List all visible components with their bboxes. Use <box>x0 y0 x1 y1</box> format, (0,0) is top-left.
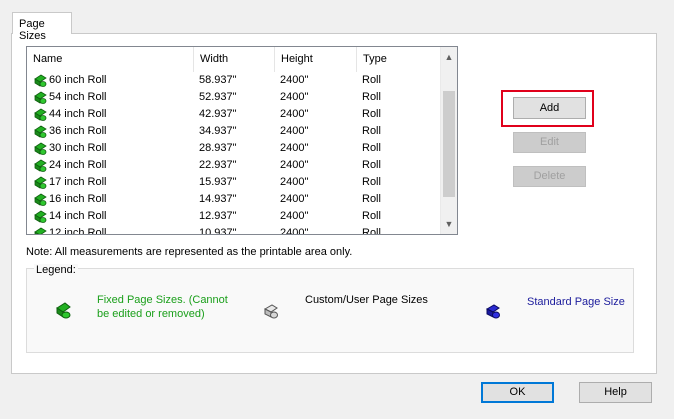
row-width: 42.937" <box>199 108 237 120</box>
row-width: 14.937" <box>199 193 237 205</box>
table-row[interactable]: 36 inch Roll 34.937" 2400" Roll <box>27 123 441 140</box>
add-button[interactable]: Add <box>513 97 586 119</box>
row-height: 2400" <box>280 193 309 205</box>
row-type: Roll <box>362 176 381 188</box>
column-header-type[interactable]: Type <box>357 47 441 72</box>
row-name: 16 inch Roll <box>49 193 107 205</box>
table-row[interactable]: 60 inch Roll 58.937" 2400" Roll <box>27 72 441 89</box>
row-height: 2400" <box>280 176 309 188</box>
green-paper-roll-icon <box>34 125 47 138</box>
green-paper-roll-icon <box>34 108 47 121</box>
standard-page-size-label: Standard Page Size <box>527 296 625 308</box>
custom-page-sizes-label: Custom/User Page Sizes <box>305 294 428 306</box>
row-height: 2400" <box>280 159 309 171</box>
table-row[interactable]: 24 inch Roll 22.937" 2400" Roll <box>27 157 441 174</box>
gray-paper-roll-icon <box>263 304 278 319</box>
scrollbar-thumb[interactable] <box>443 91 455 197</box>
help-button[interactable]: Help <box>579 382 652 403</box>
row-type: Roll <box>362 125 381 137</box>
row-height: 2400" <box>280 142 309 154</box>
row-type: Roll <box>362 193 381 205</box>
row-name: 24 inch Roll <box>49 159 107 171</box>
row-name: 12 inch Roll <box>49 227 107 235</box>
row-width: 22.937" <box>199 159 237 171</box>
blue-paper-roll-icon <box>485 304 500 319</box>
row-type: Roll <box>362 91 381 103</box>
row-width: 12.937" <box>199 210 237 222</box>
table-row[interactable]: 54 inch Roll 52.937" 2400" Roll <box>27 89 441 106</box>
tab-label: Page Sizes <box>19 18 46 42</box>
row-name: 44 inch Roll <box>49 108 107 120</box>
row-name: 36 inch Roll <box>49 125 107 137</box>
legend-title: Legend: <box>34 264 78 276</box>
green-paper-roll-icon <box>56 302 71 319</box>
row-name: 14 inch Roll <box>49 210 107 222</box>
row-name: 30 inch Roll <box>49 142 107 154</box>
column-header-width[interactable]: Width <box>194 47 275 72</box>
green-paper-roll-icon <box>34 210 47 223</box>
green-paper-roll-icon <box>34 91 47 104</box>
column-header-height[interactable]: Height <box>275 47 357 72</box>
row-width: 58.937" <box>199 74 237 86</box>
page-sizes-list[interactable]: Name Width Height Type 60 inch Roll 58.93… <box>26 46 458 235</box>
row-type: Roll <box>362 142 381 154</box>
row-type: Roll <box>362 74 381 86</box>
table-row[interactable]: 44 inch Roll 42.937" 2400" Roll <box>27 106 441 123</box>
green-paper-roll-icon <box>34 142 47 155</box>
row-type: Roll <box>362 108 381 120</box>
row-name: 54 inch Roll <box>49 91 107 103</box>
row-type: Roll <box>362 159 381 171</box>
row-name: 17 inch Roll <box>49 176 107 188</box>
table-row[interactable]: 30 inch Roll 28.937" 2400" Roll <box>27 140 441 157</box>
table-row[interactable]: 14 inch Roll 12.937" 2400" Roll <box>27 208 441 225</box>
table-row[interactable]: 17 inch Roll 15.937" 2400" Roll <box>27 174 441 191</box>
row-width: 10.937" <box>199 227 237 235</box>
ok-button[interactable]: OK <box>481 382 554 403</box>
table-row[interactable]: 16 inch Roll 14.937" 2400" Roll <box>27 191 441 208</box>
green-paper-roll-icon <box>34 74 47 87</box>
scroll-down-arrow-icon[interactable]: ▼ <box>441 216 457 232</box>
row-type: Roll <box>362 227 381 235</box>
row-height: 2400" <box>280 210 309 222</box>
row-height: 2400" <box>280 91 309 103</box>
green-paper-roll-icon <box>34 176 47 189</box>
green-paper-roll-icon <box>34 227 47 234</box>
column-header-name[interactable]: Name <box>27 47 194 72</box>
list-header: Name Width Height Type <box>27 47 441 72</box>
tab-page-sizes[interactable]: Page Sizes <box>12 12 72 42</box>
edit-button[interactable]: Edit <box>513 132 586 153</box>
green-paper-roll-icon <box>34 193 47 206</box>
fixed-page-sizes-label: Fixed Page Sizes. (Cannot be edited or r… <box>97 294 228 320</box>
row-width: 34.937" <box>199 125 237 137</box>
row-height: 2400" <box>280 125 309 137</box>
row-height: 2400" <box>280 227 309 235</box>
row-name: 60 inch Roll <box>49 74 107 86</box>
table-row[interactable]: 12 inch Roll 10.937" 2400" Roll <box>27 225 441 235</box>
row-width: 15.937" <box>199 176 237 188</box>
row-type: Roll <box>362 210 381 222</box>
row-width: 28.937" <box>199 142 237 154</box>
delete-button[interactable]: Delete <box>513 166 586 187</box>
measurement-note: Note: All measurements are represented a… <box>26 246 353 258</box>
row-width: 52.937" <box>199 91 237 103</box>
row-height: 2400" <box>280 108 309 120</box>
scroll-up-arrow-icon[interactable]: ▲ <box>441 49 457 65</box>
list-vertical-scrollbar[interactable]: ▲ ▼ <box>440 47 457 234</box>
row-height: 2400" <box>280 74 309 86</box>
green-paper-roll-icon <box>34 159 47 172</box>
